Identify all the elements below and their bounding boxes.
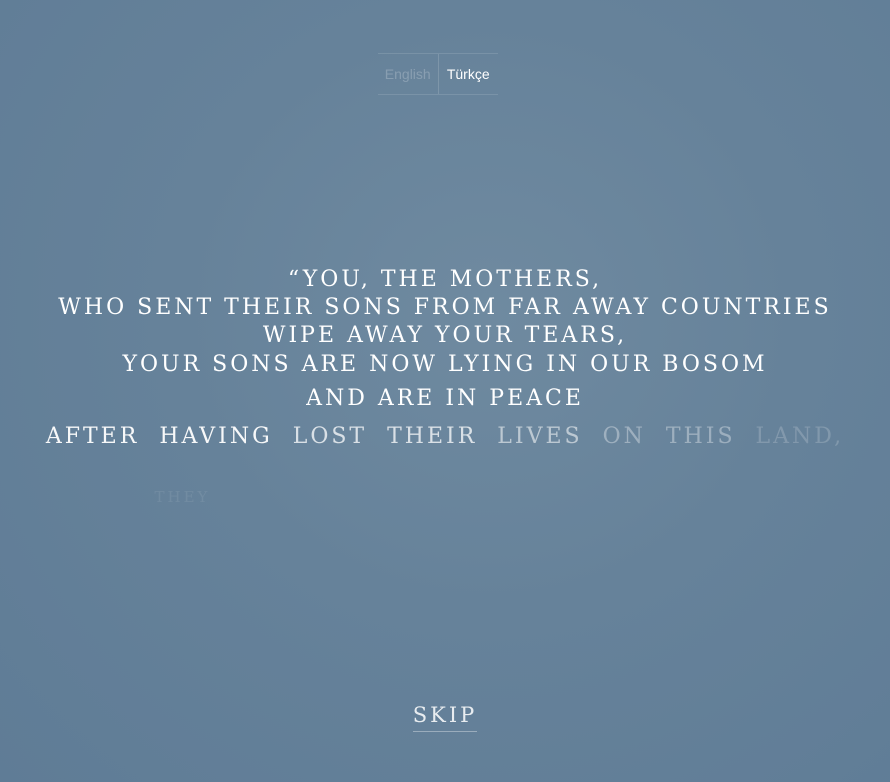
- quote-word: HAVING: [159, 424, 273, 449]
- quote-line-6: AFTER HAVING LOST THEIR LIVES ON THIS LA…: [0, 423, 890, 451]
- quote-word: THEIR: [387, 424, 478, 449]
- quote-line-4: YOUR SONS ARE NOW LYING IN OUR BOSOM: [122, 352, 768, 377]
- quote-word: LIVES: [497, 424, 583, 449]
- quote-line-7: THEY: [0, 482, 890, 511]
- quote-word: LAND,: [755, 424, 845, 449]
- quote-line-1: “YOU, THE MOTHERS,: [287, 267, 603, 292]
- language-switch: English Türkçe: [378, 53, 498, 95]
- language-option-turkish[interactable]: Türkçe: [439, 54, 499, 94]
- quote-word: AFTER: [45, 424, 140, 449]
- quote-word: ON: [602, 424, 646, 449]
- skip-button[interactable]: SKIP: [412, 703, 478, 732]
- language-option-english[interactable]: English: [378, 54, 438, 94]
- quote-word: THEY: [154, 488, 211, 506]
- skip-container: SKIP: [0, 703, 890, 732]
- quote-line-2: WHO SENT THEIR SONS FROM FAR AWAY COUNTR…: [58, 295, 832, 320]
- quote-word: THIS: [665, 424, 736, 449]
- quote-line-3: WIPE AWAY YOUR TEARS,: [262, 323, 628, 348]
- quote-word: LOST: [292, 424, 368, 449]
- quote-line-5: AND ARE IN PEACE: [306, 386, 584, 411]
